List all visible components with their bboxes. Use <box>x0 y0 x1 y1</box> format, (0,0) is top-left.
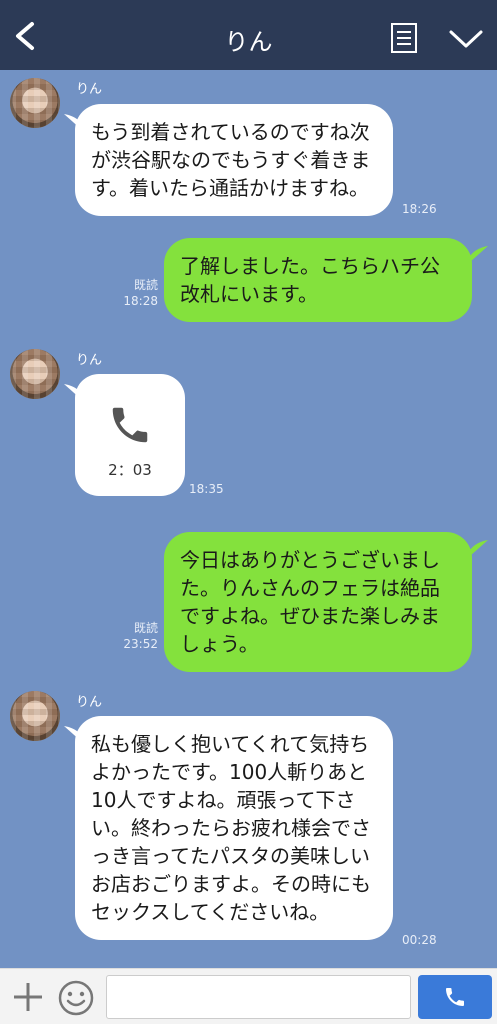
notes-button[interactable] <box>386 20 422 56</box>
plus-icon <box>14 983 42 1011</box>
sender-name: りん <box>76 82 103 97</box>
phone-icon <box>446 988 464 1006</box>
message-time: 18:35 <box>189 482 224 496</box>
chevron-down-icon <box>449 30 483 48</box>
message-bubble[interactable]: 了解しました。こちらハチ公改札にいます。 <box>164 238 472 322</box>
message-bubble[interactable]: 今日はありがとうございました。りんさんのフェラは絶品ですよね。ぜひまた楽しみまし… <box>164 532 472 672</box>
message-bubble[interactable]: 私も優しく抱いてくれて気持ちよかったです。100人斬りあと10人ですよね。頑張っ… <box>75 716 393 940</box>
emoji-button[interactable] <box>57 979 95 1017</box>
input-bar <box>0 968 497 1024</box>
message-time: 18:28 <box>123 294 158 308</box>
message-time: 00:28 <box>402 933 437 947</box>
sender-name: りん <box>76 695 103 710</box>
call-duration: 2：03 <box>108 461 152 479</box>
message-bubble[interactable]: もう到着されているのですね次が渋谷駅なのでもうすぐ着きます。着いたら通話かけます… <box>75 104 393 216</box>
bubble-tail <box>470 540 488 556</box>
read-receipt: 既読 <box>133 621 158 635</box>
call-button[interactable] <box>418 975 492 1019</box>
notes-icon <box>391 23 417 53</box>
read-receipt: 既読 <box>133 278 158 292</box>
chat-title: りん <box>224 28 273 56</box>
phone-icon <box>112 407 148 443</box>
message-time: 18:26 <box>402 202 437 216</box>
avatar[interactable] <box>10 691 60 741</box>
sender-name: りん <box>76 353 103 368</box>
bubble-tail <box>470 246 488 262</box>
message-input[interactable] <box>106 975 411 1019</box>
call-bubble[interactable]: 2：03 <box>75 374 185 496</box>
chat-header: りん <box>0 0 497 70</box>
menu-button[interactable] <box>446 22 486 56</box>
message-time: 23:52 <box>123 637 158 651</box>
attach-button[interactable] <box>10 979 46 1015</box>
emoji-icon <box>58 980 94 1016</box>
avatar[interactable] <box>10 78 60 128</box>
avatar[interactable] <box>10 349 60 399</box>
chat-area[interactable]: りん もう到着されているのですね次が渋谷駅なのでもうすぐ着きます。着いたら通話か… <box>0 70 497 968</box>
